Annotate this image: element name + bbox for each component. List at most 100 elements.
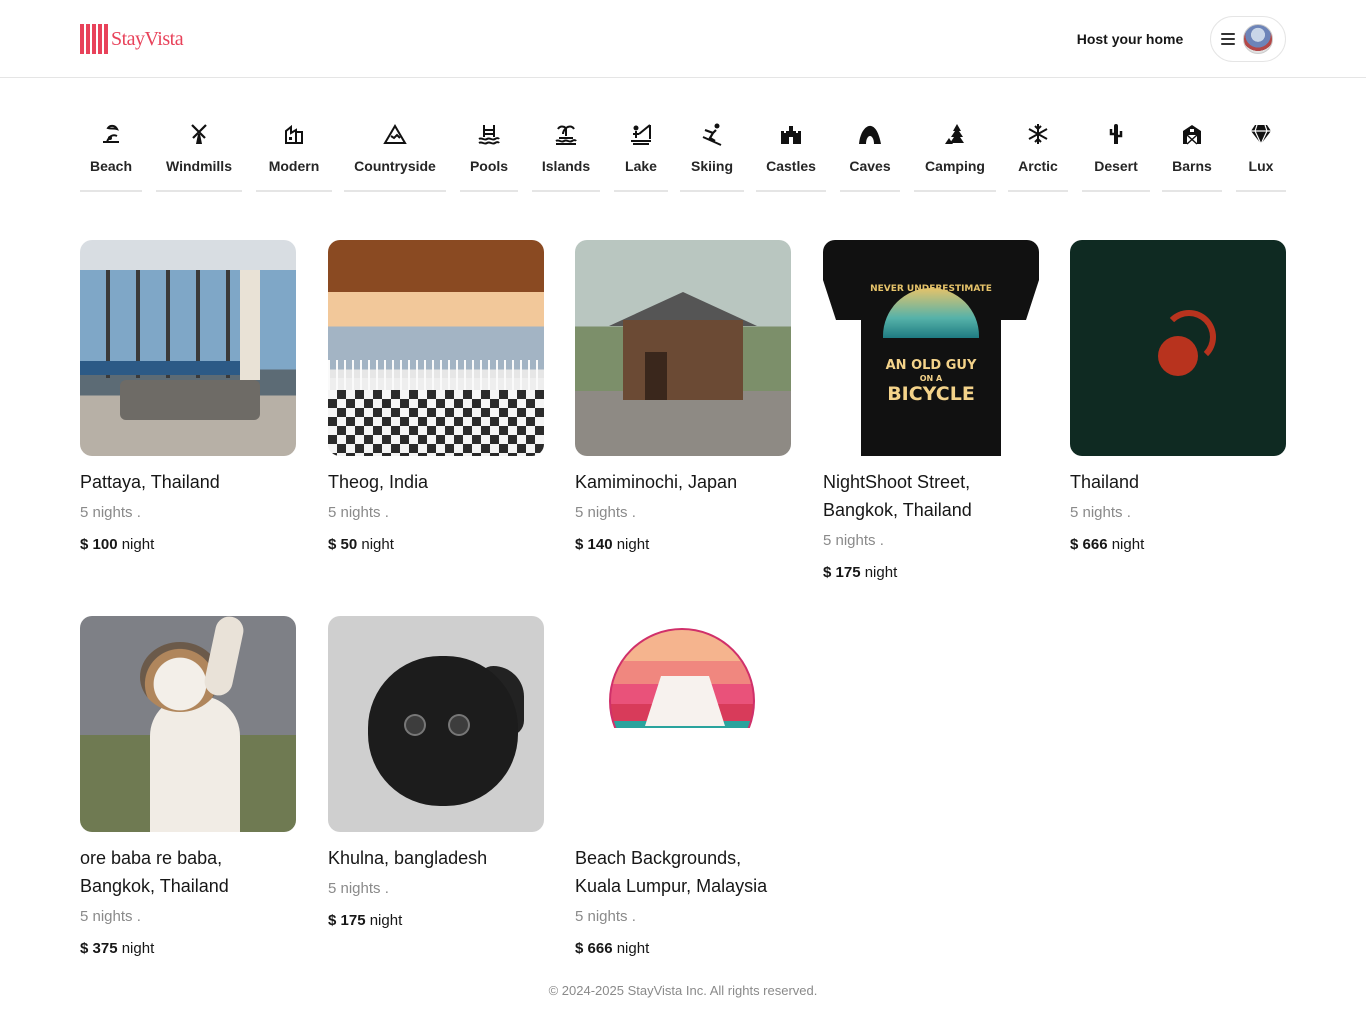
listing-price: $ 175 night [328,910,544,932]
category-label: Caves [849,158,891,174]
category-desert[interactable]: Desert [1082,118,1150,192]
listing-image[interactable] [1070,240,1286,456]
listing-image[interactable] [80,616,296,832]
listing-image[interactable] [80,240,296,456]
listing-location: Khulna, bangladesh [328,848,488,868]
category-label: Desert [1094,158,1138,174]
category-camping[interactable]: Camping [914,118,996,192]
category-label: Camping [925,158,985,174]
camping-icon [945,124,964,144]
price-amount: $ 175 [328,912,366,929]
listing-image[interactable]: NEVER UNDERESTIMATE AN OLD GUY ON A BICY… [823,240,1039,456]
listing-duration: 5 nights . [328,880,389,897]
category-caves[interactable]: Caves [840,118,900,192]
price-unit: night [616,536,650,553]
user-menu-button[interactable] [1210,16,1286,62]
cave-icon [859,125,881,144]
user-avatar [1243,24,1273,54]
cactus-icon [1109,124,1123,144]
pool-icon [478,125,500,145]
category-skiing[interactable]: Skiing [680,118,744,192]
price-unit: night [121,940,155,957]
listing-duration: 5 nights . [80,504,141,521]
listing-image[interactable] [328,616,544,832]
category-label: Castles [766,158,816,174]
category-countryside[interactable]: Countryside [344,118,446,192]
logo-mark [80,24,108,54]
category-barns[interactable]: Barns [1162,118,1222,192]
category-label: Countryside [354,158,436,174]
shirt-text-line2: AN OLD GUY [885,358,977,373]
listing-card[interactable]: Khulna, bangladesh 5 nights . $ 175 nigh… [328,616,544,932]
listing-image[interactable] [575,240,791,456]
footer-copyright: © 2024-2025 StayVista Inc. All rights re… [548,983,818,998]
category-beach[interactable]: Beach [80,118,142,192]
listing-location: ore baba re baba, Bangkok, Thailand [80,848,229,896]
shirt-text-line4: BICYCLE [887,383,975,405]
listing-card[interactable]: Kamiminochi, Japan 5 nights . $ 140 nigh… [575,240,791,556]
price-amount: $ 375 [80,940,118,957]
listing-duration: 5 nights . [1070,504,1131,521]
listing-card[interactable]: ore baba re baba, Bangkok, Thailand 5 ni… [80,616,296,960]
listing-price: $ 375 night [80,938,296,960]
windmill-icon [191,124,207,144]
logo-wordmark: StayVista [111,27,184,50]
category-windmills[interactable]: Windmills [156,118,242,192]
category-modern[interactable]: Modern [256,118,332,192]
category-label: Arctic [1018,158,1058,174]
price-unit: night [1111,536,1145,553]
category-label: Barns [1172,158,1212,174]
listing-image[interactable] [575,616,791,832]
category-label: Windmills [166,158,232,174]
category-islands[interactable]: Islands [532,118,600,192]
host-your-home-link[interactable]: Host your home [1066,29,1194,49]
barn-icon [1183,125,1201,145]
listing-location: NightShoot Street, Bangkok, Thailand [823,472,972,520]
top-navbar: StayVista Host your home [0,0,1366,78]
listing-duration: 5 nights . [575,504,636,521]
listing-card[interactable]: Theog, India 5 nights . $ 50 night [328,240,544,556]
price-unit: night [361,536,394,553]
listing-card[interactable]: Beach Backgrounds, Kuala Lumpur, Malaysi… [575,616,791,960]
hamburger-menu-icon [1221,33,1235,45]
snowflake-icon [1028,124,1048,144]
category-lux[interactable]: Lux [1236,118,1286,192]
price-unit: night [369,912,403,929]
category-bar: Beach Windmills Modern Countryside Pools… [80,118,1286,192]
listing-card[interactable]: NEVER UNDERESTIMATE AN OLD GUY ON A BICY… [823,240,1039,584]
lake-fishing-icon [631,124,651,145]
listing-price: $ 50 night [328,534,544,556]
price-amount: $ 100 [80,536,118,553]
mountain-icon [383,124,407,144]
castle-icon [781,126,801,144]
price-amount: $ 50 [328,536,358,553]
price-amount: $ 666 [575,940,613,957]
category-lake[interactable]: Lake [614,118,668,192]
listing-card[interactable]: Thailand 5 nights . $ 666 night [1070,240,1286,556]
diamond-icon [1251,124,1271,145]
island-icon [555,125,577,145]
stayvista-logo[interactable]: StayVista [80,24,184,54]
listing-location: Beach Backgrounds, Kuala Lumpur, Malaysi… [575,848,768,896]
modern-building-icon [285,124,303,144]
category-pools[interactable]: Pools [460,118,518,192]
listing-duration: 5 nights . [575,908,636,925]
skiing-icon [702,123,722,146]
category-arctic[interactable]: Arctic [1008,118,1068,192]
price-unit: night [864,564,898,581]
category-label: Skiing [690,158,733,174]
listing-price: $ 100 night [80,534,296,556]
price-amount: $ 175 [823,564,861,581]
category-label: Lux [1248,158,1274,174]
listing-location: Thailand [1070,472,1140,492]
category-castles[interactable]: Castles [756,118,826,192]
category-label: Beach [89,158,133,174]
listing-card[interactable]: Pattaya, Thailand 5 nights . $ 100 night [80,240,296,556]
listing-duration: 5 nights . [823,532,884,549]
listing-image[interactable] [328,240,544,456]
listing-location: Kamiminochi, Japan [575,472,738,492]
listing-price: $ 140 night [575,534,791,556]
category-label: Modern [268,158,320,174]
listing-price: $ 666 night [575,938,791,960]
shirt-text-line3: ON A [919,374,943,383]
